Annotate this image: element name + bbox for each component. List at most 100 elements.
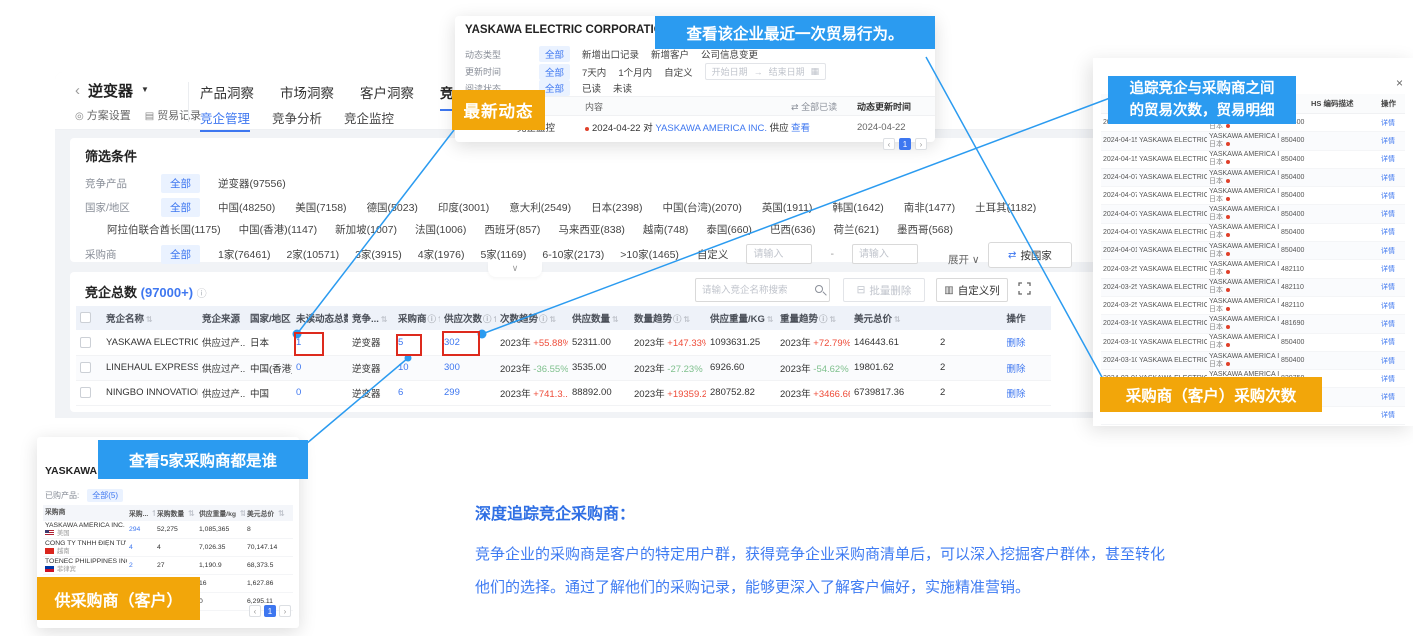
country-filter-item[interactable]: 韩国(1642): [832, 200, 883, 215]
country-filter-item[interactable]: 越南(748): [643, 222, 689, 237]
detail-link[interactable]: 详情: [1379, 264, 1405, 274]
date-range-picker[interactable]: 开始日期 → 结束日期 ▦: [705, 63, 827, 80]
competitor-count[interactable]: (97000+): [141, 285, 193, 300]
buyer-count-filter-item[interactable]: >10家(1465): [620, 247, 679, 262]
time-option[interactable]: 自定义: [664, 65, 693, 79]
time-option[interactable]: 7天内: [582, 65, 606, 79]
select-all-checkbox[interactable]: [80, 312, 91, 323]
plan-settings-button[interactable]: ◎方案设置: [75, 107, 131, 123]
delete-link[interactable]: 删除: [1006, 338, 1025, 349]
buyer-row[interactable]: CÔNG TY TNHH ĐIỆN TỬ UMC VIỆT NAM 越南 4 4…: [43, 539, 293, 557]
news-type-all-chip[interactable]: 全部: [539, 46, 570, 62]
filter-buyers-all-chip[interactable]: 全部: [161, 245, 200, 264]
buyer-count-filter-item[interactable]: 4家(1976): [418, 247, 465, 262]
buyer-count-filter-item[interactable]: 5家(1169): [480, 247, 526, 262]
purchased-all-chip[interactable]: 全部(5): [87, 489, 123, 502]
delete-link[interactable]: 删除: [1006, 364, 1025, 375]
delete-link[interactable]: 删除: [1006, 389, 1025, 400]
buyer-count-filter-item[interactable]: 6-10家(2173): [542, 247, 604, 262]
buyer-min-input[interactable]: [746, 244, 812, 264]
country-filter-item[interactable]: 新加坡(1007): [335, 222, 397, 237]
time-option[interactable]: 1个月内: [618, 65, 652, 79]
country-filter-item[interactable]: 泰国(660): [706, 222, 752, 237]
read-option[interactable]: 已读: [582, 81, 601, 95]
buyer-company-link[interactable]: YASKAWA AMERICA INC.: [655, 123, 767, 134]
buyer-count-filter-item[interactable]: 1家(76461): [218, 247, 271, 262]
row-checkbox[interactable]: [80, 362, 91, 373]
country-filter-item[interactable]: 墨西哥(568): [897, 222, 953, 237]
trade-records-button[interactable]: ▤贸易记录: [145, 107, 201, 123]
country-filter-item[interactable]: 法国(1006): [415, 222, 466, 237]
detail-link[interactable]: 详情: [1379, 209, 1405, 219]
supply-count-link[interactable]: 300: [444, 362, 460, 373]
detail-link[interactable]: 详情: [1379, 374, 1405, 384]
country-filter-item[interactable]: 荷兰(621): [833, 222, 879, 237]
expand-filters-button[interactable]: 展开 ∨: [948, 252, 980, 267]
buyer-row[interactable]: TOENEC PHILIPPINES INCORPORATED 菲律宾 2 27…: [43, 557, 293, 575]
buyer-count-filter-item[interactable]: 2家(10571): [287, 247, 340, 262]
detail-link[interactable]: 详情: [1379, 154, 1405, 164]
news-type-option[interactable]: 新增出口记录: [582, 47, 639, 61]
caret-down-icon[interactable]: ▼: [141, 85, 149, 94]
detail-link[interactable]: 详情: [1379, 246, 1405, 256]
table-row[interactable]: LINEHAUL EXPRESS HK LTD 供应过产... 中国(香港) 0…: [76, 355, 1051, 380]
detail-link[interactable]: 详情: [1379, 319, 1405, 329]
fullscreen-icon[interactable]: [1018, 282, 1032, 296]
buyers-count-link[interactable]: 10: [398, 362, 409, 373]
detail-link[interactable]: 详情: [1379, 191, 1405, 201]
custom-columns-button[interactable]: ▥自定义列: [936, 278, 1008, 302]
detail-link[interactable]: 详情: [1379, 356, 1405, 366]
custom-range-label[interactable]: 自定义: [697, 247, 729, 262]
tab-market-insight[interactable]: 市场洞察: [280, 82, 334, 111]
page-1-button[interactable]: 1: [264, 605, 276, 617]
detail-link[interactable]: 详情: [1379, 410, 1405, 420]
search-input[interactable]: [696, 279, 804, 301]
country-filter-item[interactable]: 中国(48250): [218, 200, 275, 215]
filter-product-all-chip[interactable]: 全部: [161, 174, 200, 193]
tab-product-insight[interactable]: 产品洞察: [200, 82, 254, 111]
detail-link[interactable]: 详情: [1379, 136, 1405, 146]
buyer-max-input[interactable]: [852, 244, 918, 264]
tab-competition-analysis[interactable]: 竞争分析: [272, 108, 322, 132]
search-icon[interactable]: [815, 285, 823, 293]
detail-link[interactable]: 详情: [1379, 301, 1405, 311]
read-option[interactable]: 未读: [613, 81, 632, 95]
table-row[interactable]: NINGBO INNOVATION ELECTRONI 供应过产... 中国 0…: [76, 380, 1051, 405]
detail-link[interactable]: 详情: [1379, 173, 1405, 183]
unread-count-link[interactable]: 0: [296, 387, 301, 398]
next-page-button[interactable]: ›: [279, 605, 291, 617]
detail-link[interactable]: 详情: [1379, 392, 1405, 402]
news-type-option[interactable]: 新增客户: [651, 47, 689, 61]
prev-page-button[interactable]: ‹: [883, 138, 895, 150]
country-filter-item[interactable]: 美国(7158): [295, 200, 346, 215]
country-filter-item[interactable]: 中国(台湾)(2070): [663, 200, 742, 215]
country-filter-item[interactable]: 英国(1911): [762, 200, 813, 215]
country-filter-item[interactable]: 巴西(636): [770, 222, 816, 237]
detail-link[interactable]: 详情: [1379, 227, 1405, 237]
news-type-option[interactable]: 公司信息变更: [701, 47, 758, 61]
tab-customer-insight[interactable]: 客户洞察: [360, 82, 414, 111]
filter-region-all-chip[interactable]: 全部: [161, 198, 200, 217]
page-1-button[interactable]: 1: [899, 138, 911, 150]
country-filter-item[interactable]: 印度(3001): [438, 200, 489, 215]
country-filter-item[interactable]: 德国(5023): [367, 200, 418, 215]
table-row[interactable]: YASKAWA ELECTRIC CORPORATIO 供应过产... 日本 1…: [76, 330, 1051, 355]
row-checkbox[interactable]: [80, 337, 91, 348]
back-icon[interactable]: ‹: [75, 82, 80, 99]
country-filter-item[interactable]: 马来西亚(838): [558, 222, 625, 237]
country-filter-item[interactable]: 南非(1477): [904, 200, 955, 215]
time-all-chip[interactable]: 全部: [539, 64, 570, 80]
country-filter-item[interactable]: 中国(香港)(1147): [239, 222, 318, 237]
detail-link[interactable]: 详情: [1379, 337, 1405, 347]
country-filter-item[interactable]: 日本(2398): [591, 200, 642, 215]
country-filter-item[interactable]: 土耳其(1182): [975, 200, 1036, 215]
purchase-times-link[interactable]: 4: [127, 544, 155, 551]
buyer-row[interactable]: YASKAWA AMERICA INC. 美国 294 52,275 1,085…: [43, 521, 293, 539]
country-filter-item[interactable]: 西班牙(857): [484, 222, 540, 237]
unread-count-link[interactable]: 0: [296, 362, 301, 373]
buyer-count-filter-item[interactable]: 3家(3915): [355, 247, 402, 262]
row-checkbox[interactable]: [80, 387, 91, 398]
tab-competitor-monitor[interactable]: 竞企监控: [344, 108, 394, 132]
page-title[interactable]: 逆变器: [88, 80, 133, 101]
purchase-times-link[interactable]: 294: [127, 526, 155, 533]
